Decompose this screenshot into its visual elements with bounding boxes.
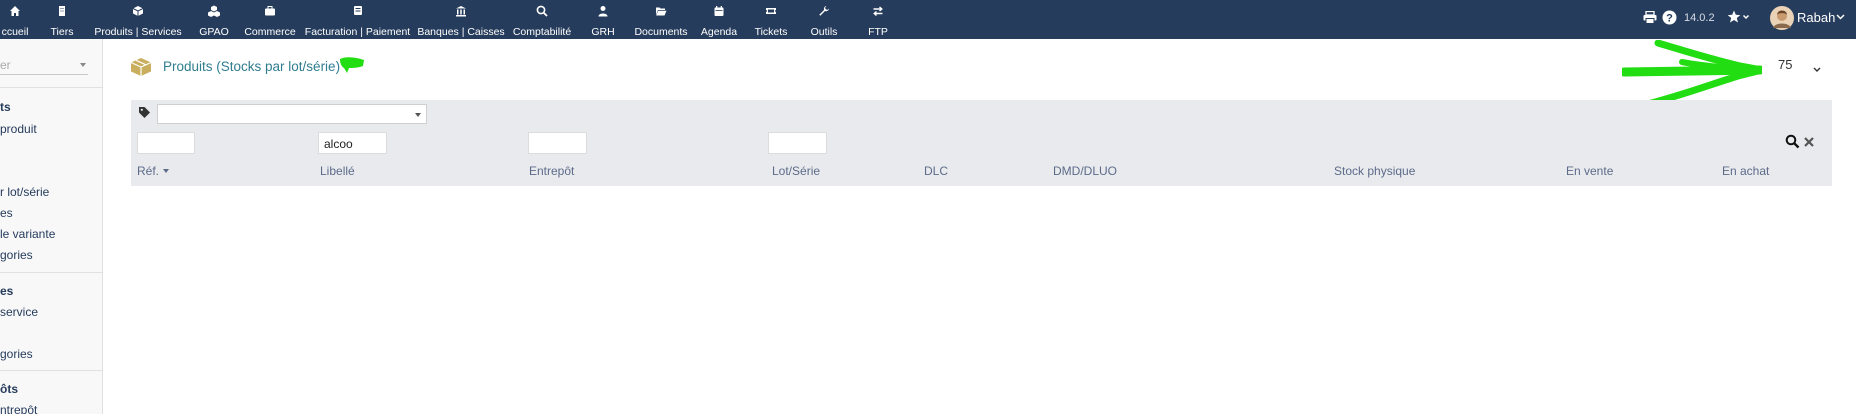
sidebar-search-select[interactable]: er	[0, 57, 88, 75]
nav-hr-label: GRH	[591, 26, 615, 38]
nav-agenda-label: Agenda	[700, 26, 738, 38]
nav-tiers[interactable]: Tiers	[47, 0, 77, 39]
sidebar-heading-products[interactable]: ts	[0, 100, 11, 114]
cube-icon	[132, 5, 144, 17]
sidebar-item-lots[interactable]: es	[0, 206, 13, 220]
product-box-icon	[130, 57, 152, 82]
nav-tools-label: Outils	[810, 26, 838, 38]
sidebar-item-new-warehouse[interactable]: ntrepôt	[0, 403, 37, 414]
column-header-ref-label: Réf.	[137, 164, 160, 178]
bank-icon	[455, 5, 467, 17]
building-icon	[56, 5, 68, 17]
category-filter-select[interactable]	[157, 104, 427, 124]
column-header-tosell[interactable]: En vente	[1566, 164, 1613, 178]
sidebar-divider	[0, 272, 102, 273]
search-icon[interactable]	[1785, 134, 1800, 154]
nav-tickets[interactable]: Tickets	[752, 0, 790, 39]
nav-home-label: ccueil	[1, 26, 29, 38]
nav-products-label: Produits | Services	[94, 26, 182, 38]
user-name[interactable]: Rabah	[1797, 10, 1835, 25]
sidebar-item-service-categories[interactable]: gories	[0, 347, 33, 361]
nav-home[interactable]: ccueil	[2, 0, 28, 39]
column-header-ref[interactable]: Réf.	[137, 164, 170, 178]
sidebar-divider	[0, 370, 102, 371]
nav-gpao[interactable]: GPAO	[199, 0, 229, 39]
filter-lot-input[interactable]	[768, 132, 827, 154]
avatar[interactable]	[1770, 6, 1794, 30]
column-header-dluo[interactable]: DMD/DLUO	[1053, 164, 1117, 178]
left-sidebar: er ts produit r lot/série es le variante…	[0, 39, 103, 414]
sidebar-item-categories[interactable]: gories	[0, 248, 33, 262]
search-dollar-icon	[536, 5, 548, 17]
print-icon[interactable]	[1643, 11, 1657, 24]
filter-ref-input[interactable]	[137, 132, 195, 154]
nav-accounting-label: Comptabilité	[512, 26, 572, 38]
filter-label-input[interactable]: alcoo	[318, 132, 387, 154]
nav-accounting[interactable]: Comptabilité	[511, 0, 573, 39]
nav-banks[interactable]: Banques | Caisses	[417, 0, 505, 39]
nav-commerce[interactable]: Commerce	[244, 0, 296, 39]
tag-icon	[138, 106, 151, 124]
ticket-icon	[765, 5, 777, 17]
home-icon	[9, 5, 21, 17]
column-header-tobuy[interactable]: En achat	[1722, 164, 1769, 178]
page-size-value: 75	[1778, 57, 1793, 72]
sidebar-item-new-service[interactable]: service	[0, 305, 38, 319]
nav-agenda[interactable]: Agenda	[700, 0, 738, 39]
nav-tools[interactable]: Outils	[809, 0, 839, 39]
nav-tiers-label: Tiers	[50, 26, 74, 38]
nav-billing[interactable]: Facturation | Paiement	[305, 0, 410, 39]
briefcase-icon	[264, 5, 276, 17]
highlight-mark	[338, 55, 366, 80]
cubes-icon	[208, 5, 220, 17]
wrench-icon	[818, 5, 830, 17]
nav-gpao-label: GPAO	[199, 26, 229, 38]
version-label: 14.0.2	[1684, 12, 1715, 24]
sidebar-divider	[0, 87, 102, 88]
column-header-dlc[interactable]: DLC	[924, 164, 948, 178]
column-header-warehouse[interactable]: Entrepôt	[529, 164, 574, 178]
caret-down-icon	[80, 63, 86, 67]
help-icon[interactable]: ?	[1662, 10, 1677, 25]
column-header-lot[interactable]: Lot/Série	[772, 164, 820, 178]
money-check-icon	[352, 5, 364, 17]
nav-commerce-label: Commerce	[244, 26, 296, 38]
sidebar-heading-services[interactable]: es	[0, 284, 13, 298]
nav-tickets-label: Tickets	[754, 26, 788, 38]
chevron-down-icon	[1813, 60, 1821, 78]
calendar-icon	[713, 5, 725, 17]
sidebar-heading-warehouses[interactable]: ôts	[0, 382, 18, 396]
sidebar-search-placeholder: er	[0, 58, 11, 72]
folder-open-icon	[655, 5, 667, 17]
column-header-stock[interactable]: Stock physique	[1334, 164, 1415, 178]
caret-down-icon	[415, 113, 421, 117]
bookmark-star-icon[interactable]	[1727, 10, 1751, 24]
sort-desc-icon	[163, 169, 170, 173]
exchange-icon	[872, 5, 884, 17]
svg-text:?: ?	[1666, 13, 1673, 25]
user-tie-icon	[597, 5, 609, 17]
nav-ftp[interactable]: FTP	[866, 0, 890, 39]
filter-warehouse-input[interactable]	[528, 132, 587, 154]
nav-billing-label: Facturation | Paiement	[304, 26, 411, 38]
sidebar-item-new-product[interactable]: produit	[0, 122, 37, 136]
nav-documents[interactable]: Documents	[633, 0, 689, 39]
clear-filter-icon[interactable]	[1803, 135, 1815, 153]
nav-ftp-label: FTP	[868, 26, 888, 38]
page-size-select[interactable]: 75	[1775, 55, 1825, 75]
chevron-down-icon[interactable]	[1836, 14, 1845, 20]
nav-documents-label: Documents	[634, 26, 688, 38]
top-menu-bar: ccueil Tiers Produits | Services GPAO Co…	[0, 0, 1856, 39]
nav-banks-label: Banques | Caisses	[417, 26, 505, 38]
nav-hr[interactable]: GRH	[590, 0, 616, 39]
nav-products[interactable]: Produits | Services	[94, 0, 182, 39]
page-title: Produits (Stocks par lot/série)	[163, 59, 341, 74]
column-header-label[interactable]: Libellé	[320, 164, 355, 178]
sidebar-item-stock-by-lot[interactable]: r lot/série	[0, 185, 49, 199]
sidebar-item-variant[interactable]: le variante	[0, 227, 55, 241]
